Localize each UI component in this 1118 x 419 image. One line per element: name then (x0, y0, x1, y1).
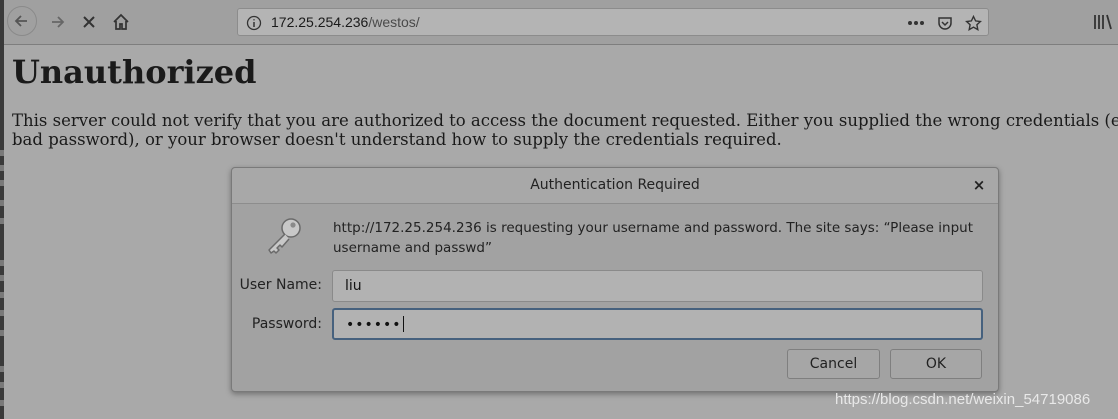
url-path: /westos/ (368, 14, 420, 30)
pocket-icon[interactable] (935, 13, 955, 33)
forward-icon (52, 16, 65, 28)
library-button[interactable] (1092, 12, 1114, 32)
info-icon[interactable] (244, 13, 264, 33)
stop-icon (83, 16, 95, 28)
username-value: liu (345, 278, 362, 294)
ok-button[interactable]: OK (890, 349, 982, 379)
dialog-message: http://172.25.254.236 is requesting your… (333, 220, 974, 256)
dialog-title: Authentication Required (530, 177, 700, 193)
url-bar[interactable]: 172.25.254.236/westos/ (237, 8, 989, 36)
cancel-button[interactable]: Cancel (787, 349, 880, 379)
close-icon[interactable]: × (970, 176, 988, 194)
home-icon (113, 13, 129, 30)
password-mask: •••••• (346, 317, 402, 333)
url-text[interactable]: 172.25.254.236/westos/ (271, 14, 420, 30)
back-button[interactable] (7, 6, 37, 36)
forward-button[interactable] (42, 7, 72, 37)
bookmark-star-icon[interactable] (963, 13, 983, 33)
username-label: User Name: (239, 277, 322, 293)
watermark-text: https://blog.csdn.net/weixin_54719086 (835, 391, 1091, 408)
stop-button[interactable] (74, 7, 104, 37)
library-icon (1094, 14, 1112, 30)
browser-toolbar: 172.25.254.236/westos/ (4, 0, 1118, 45)
home-button[interactable] (106, 7, 136, 37)
password-field[interactable]: •••••• (332, 308, 983, 340)
url-host: 172.25.254.236 (271, 14, 369, 30)
page-heading: Unauthorized (12, 53, 257, 91)
dialog-header: Authentication Required × (232, 168, 998, 204)
key-icon (262, 214, 306, 258)
more-icon[interactable] (906, 13, 926, 33)
password-value: •••••• (346, 316, 404, 333)
page-body-text: This server could not verify that you ar… (12, 111, 1118, 149)
text-caret (402, 316, 404, 332)
auth-dialog: Authentication Required × http://172.25.… (231, 167, 999, 392)
password-label: Password: (251, 316, 322, 332)
username-field[interactable]: liu (332, 270, 983, 302)
back-icon (14, 15, 27, 27)
